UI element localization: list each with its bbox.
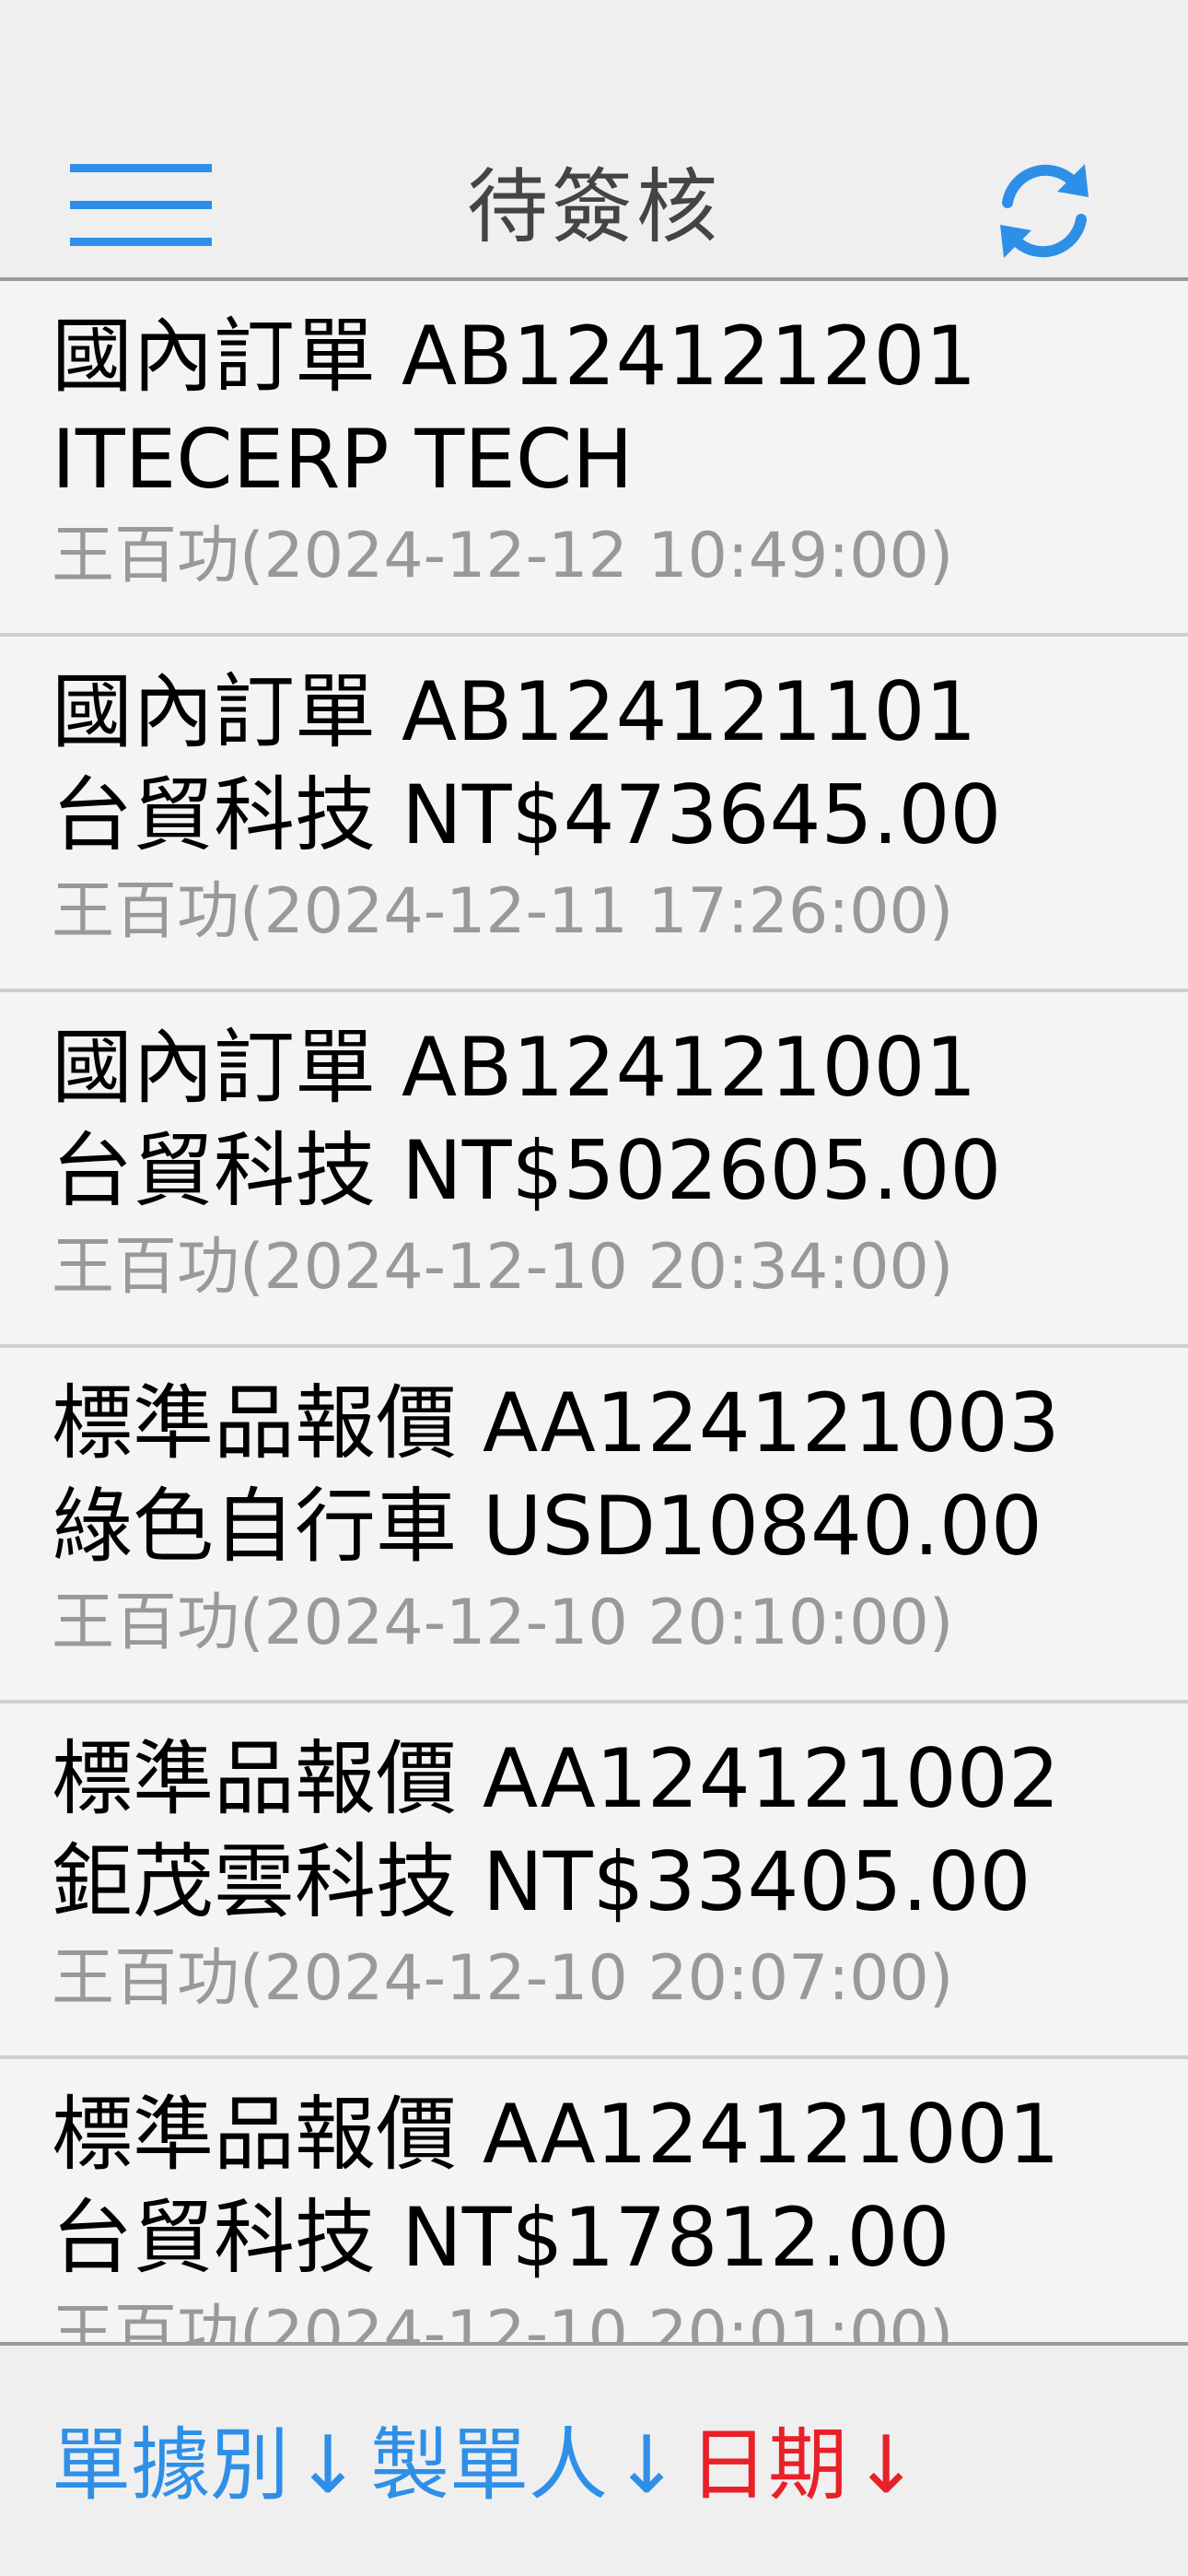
sort-by-creator-button[interactable]: 製單人↓: [370, 2410, 680, 2521]
sort-toolbar: 單據別↓ 製單人↓ 日期↓: [0, 2342, 1188, 2576]
list-item[interactable]: 標準品報價 AA124121002 鉅茂雲科技 NT$33405.00 王百功(20…: [0, 1704, 1188, 2059]
sort-by-date-button[interactable]: 日期↓: [689, 2410, 919, 2521]
customer-amount: 台貿科技 NT$473645.00: [52, 767, 1002, 862]
sort-label: 製單人: [370, 2419, 609, 2512]
sort-label: 日期: [689, 2419, 848, 2512]
refresh-icon: [1000, 164, 1089, 258]
creator-timestamp: 王百功(2024-12-10 20:34:00): [52, 1231, 954, 1304]
document-number: 標準品報價 AA124121001: [52, 2087, 1060, 2182]
pending-approval-list: 國內訂單 AB124121201 ITECERP TECH 王百功(2024-12-…: [0, 281, 1188, 2342]
top-bar: 待簽核: [0, 0, 1188, 281]
list-item[interactable]: 標準品報價 AA124121003 綠色自行車 USD10840.00 王百功(20…: [0, 1348, 1188, 1704]
document-number: 標準品報價 AA124121002: [52, 1731, 1060, 1826]
customer-amount: 綠色自行車 USD10840.00: [52, 1479, 1042, 1574]
arrow-down-icon: ↓: [613, 2419, 681, 2512]
creator-timestamp: 王百功(2024-12-10 20:07:00): [52, 1942, 954, 2015]
arrow-down-icon: ↓: [853, 2419, 920, 2512]
list-item[interactable]: 國內訂單 AB124121101 台貿科技 NT$473645.00 王百功(202…: [0, 637, 1188, 992]
list-item[interactable]: 標準品報價 AA124121001 台貿科技 NT$17812.00 王百功(202…: [0, 2059, 1188, 2342]
refresh-button[interactable]: [991, 155, 1098, 267]
creator-timestamp: 王百功(2024-12-10 20:10:00): [52, 1587, 954, 1659]
arrow-down-icon: ↓: [295, 2419, 362, 2512]
sort-options: 單據別↓ 製單人↓ 日期↓: [52, 2410, 928, 2521]
sort-by-doc-type-button[interactable]: 單據別↓: [52, 2410, 361, 2521]
creator-timestamp: 王百功(2024-12-11 17:26:00): [52, 875, 954, 948]
list-item[interactable]: 國內訂單 AB124121201 ITECERP TECH 王百功(2024-12-…: [0, 281, 1188, 637]
customer-amount: 台貿科技 NT$502605.00: [52, 1123, 1002, 1218]
list-item[interactable]: 國內訂單 AB124121001 台貿科技 NT$502605.00 王百功(202…: [0, 992, 1188, 1348]
document-number: 標準品報價 AA124121003: [52, 1376, 1060, 1470]
creator-timestamp: 王百功(2024-12-10 20:01:00): [52, 2298, 954, 2342]
document-number: 國內訂單 AB124121201: [52, 309, 977, 404]
customer-amount: 台貿科技 NT$17812.00: [52, 2190, 950, 2285]
sort-label: 單據別: [52, 2419, 289, 2512]
document-number: 國內訂單 AB124121001: [52, 1020, 977, 1115]
customer-amount: 鉅茂雲科技 NT$33405.00: [52, 1834, 1031, 1929]
creator-timestamp: 王百功(2024-12-12 10:49:00): [52, 520, 954, 592]
document-number: 國內訂單 AB124121101: [52, 664, 977, 759]
customer-amount: ITECERP TECH: [52, 412, 634, 507]
